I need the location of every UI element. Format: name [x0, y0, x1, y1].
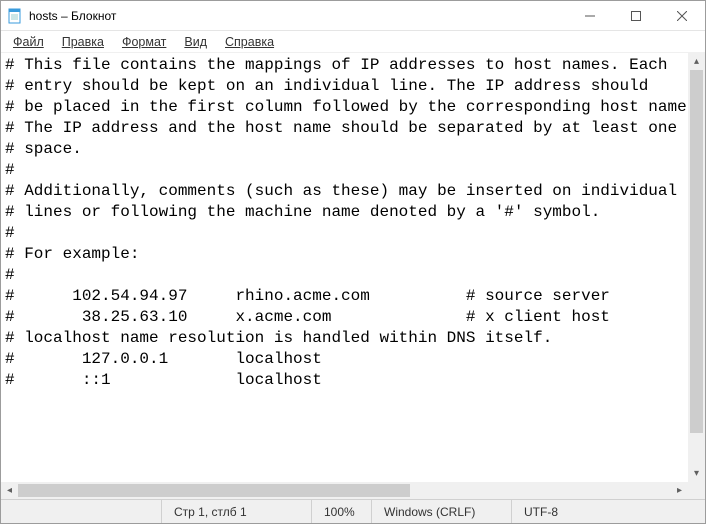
statusbar: Стр 1, стлб 1 100% Windows (CRLF) UTF-8	[1, 499, 705, 523]
notepad-icon	[7, 8, 23, 24]
scroll-up-arrow-icon[interactable]: ▴	[688, 53, 705, 70]
status-encoding: UTF-8	[511, 500, 705, 523]
notepad-window: hosts – Блокнот Файл Правка Формат Вид С…	[0, 0, 706, 524]
status-line-ending: Windows (CRLF)	[371, 500, 511, 523]
menu-edit[interactable]: Правка	[54, 33, 112, 51]
hscroll-thumb[interactable]	[18, 484, 410, 497]
scroll-corner	[688, 482, 705, 499]
status-position: Стр 1, стлб 1	[161, 500, 311, 523]
close-button[interactable]	[659, 1, 705, 31]
close-icon	[677, 11, 687, 21]
window-controls	[567, 1, 705, 31]
menu-format[interactable]: Формат	[114, 33, 174, 51]
maximize-icon	[631, 11, 641, 21]
hscroll-track[interactable]	[18, 482, 671, 499]
vertical-scrollbar[interactable]: ▴ ▾	[688, 53, 705, 482]
status-zoom: 100%	[311, 500, 371, 523]
scroll-down-arrow-icon[interactable]: ▾	[688, 465, 705, 482]
maximize-button[interactable]	[613, 1, 659, 31]
menu-view[interactable]: Вид	[176, 33, 215, 51]
vscroll-track[interactable]	[688, 70, 705, 465]
menu-file[interactable]: Файл	[5, 33, 52, 51]
text-editor[interactable]: # This file contains the mappings of IP …	[1, 53, 705, 482]
titlebar-left: hosts – Блокнот	[1, 8, 116, 24]
minimize-icon	[585, 11, 595, 21]
vscroll-thumb[interactable]	[690, 70, 703, 433]
scroll-left-arrow-icon[interactable]: ◂	[1, 482, 18, 499]
titlebar[interactable]: hosts – Блокнот	[1, 1, 705, 31]
scroll-right-arrow-icon[interactable]: ▸	[671, 482, 688, 499]
menu-help[interactable]: Справка	[217, 33, 282, 51]
minimize-button[interactable]	[567, 1, 613, 31]
status-spacer	[1, 500, 161, 523]
window-title: hosts – Блокнот	[29, 9, 116, 23]
editor-area: # This file contains the mappings of IP …	[1, 53, 705, 499]
menubar: Файл Правка Формат Вид Справка	[1, 31, 705, 53]
horizontal-scrollbar[interactable]: ◂ ▸	[1, 482, 688, 499]
